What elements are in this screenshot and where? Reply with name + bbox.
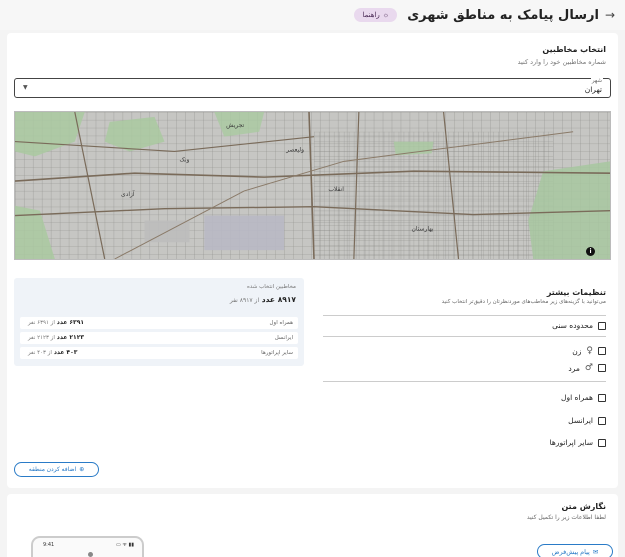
operator-option-others[interactable]: سایر اپراتورها bbox=[550, 438, 606, 447]
audience-subtitle: شماره مخاطبین خود را وارد کنید bbox=[517, 58, 606, 66]
lightbulb-icon: ☼ bbox=[382, 11, 390, 19]
operator-row-name: همراه اول bbox=[269, 320, 293, 326]
operator-row-of: از ۲۱۲۳ نفر bbox=[28, 335, 55, 341]
operator-row-of: از ۶۳۹۱ نفر bbox=[28, 320, 55, 326]
female-checkbox[interactable] bbox=[598, 347, 606, 355]
operator-row-value: ۴۰۳ bbox=[66, 349, 78, 356]
age-range-option[interactable]: محدوده سنی bbox=[552, 321, 606, 330]
add-region-button[interactable]: ⊕ اضافه کردن منطقه bbox=[14, 462, 99, 477]
age-range-label: محدوده سنی bbox=[552, 321, 593, 330]
audience-title: انتخاب مخاطبین bbox=[542, 45, 606, 54]
operator-checkbox[interactable] bbox=[598, 438, 606, 447]
operator-row: ایرانسل ۲۱۲۳ عدد از ۲۱۲۳ نفر bbox=[20, 332, 298, 344]
city-map[interactable]: ونک تجریش آزادی انقلاب ولیعصر بهارستان bbox=[14, 111, 611, 260]
compose-subtitle: لطفا اطلاعات زیر را تکمیل کنید bbox=[526, 514, 606, 521]
preset-message-label: پیام پیش‌فرض bbox=[551, 548, 590, 556]
phone-time: 9:41 bbox=[43, 542, 55, 548]
operator-row-name: سایر اپراتورها bbox=[261, 350, 293, 356]
phone-camera-dot bbox=[88, 552, 93, 557]
operator-row: همراه اول ۶۳۹۱ عدد از ۶۳۹۱ نفر bbox=[20, 317, 298, 329]
operator-row-count: ۲۱۲۳ عدد از ۲۱۲۳ نفر bbox=[28, 334, 84, 341]
compose-title: نگارش متن bbox=[561, 502, 606, 511]
operator-row-count: ۴۰۳ عدد از ۴۰۳ نفر bbox=[28, 349, 77, 356]
operator-option-mci[interactable]: همراه اول bbox=[561, 393, 606, 402]
divider bbox=[323, 336, 606, 337]
operator-label: همراه اول bbox=[561, 393, 593, 402]
info-icon[interactable]: i bbox=[586, 247, 595, 256]
operator-row-value: ۶۳۹۱ bbox=[69, 319, 85, 326]
operator-row-value: ۲۱۲۳ bbox=[69, 334, 85, 341]
summary-of-text: از ۸۹۱۷ نفر bbox=[229, 297, 260, 304]
phone-preview: 9:41 ▮▮ ᯤ ▭ bbox=[31, 536, 144, 557]
map-canvas[interactable]: ونک تجریش آزادی انقلاب ولیعصر بهارستان bbox=[15, 112, 610, 259]
male-checkbox[interactable] bbox=[598, 364, 606, 372]
summary-total: ۸۹۱۷ عدد از ۸۹۱۷ نفر bbox=[230, 295, 296, 304]
divider bbox=[323, 315, 606, 316]
operator-label: ایرانسل bbox=[568, 416, 593, 425]
operator-row-name: ایرانسل bbox=[274, 335, 293, 341]
operator-row-count-word: عدد bbox=[56, 334, 68, 341]
map-label: انقلاب bbox=[328, 186, 344, 193]
guide-button[interactable]: ☼ راهنما bbox=[354, 8, 398, 22]
plus-icon: ⊕ bbox=[79, 467, 85, 473]
operator-row: سایر اپراتورها ۴۰۳ عدد از ۴۰۳ نفر bbox=[20, 347, 298, 359]
male-option[interactable]: ♂ مرد bbox=[568, 363, 606, 373]
city-select-label: شهر bbox=[590, 78, 603, 84]
preset-message-button[interactable]: ✉ پیام پیش‌فرض bbox=[537, 544, 613, 557]
message-icon: ✉ bbox=[592, 548, 599, 556]
divider bbox=[323, 381, 606, 382]
map-label: بهارستان bbox=[411, 225, 433, 232]
map-label: آزادی bbox=[121, 189, 135, 198]
operator-checkbox[interactable] bbox=[598, 416, 606, 425]
add-region-label: اضافه کردن منطقه bbox=[28, 467, 77, 473]
operator-row-count: ۶۳۹۱ عدد از ۶۳۹۱ نفر bbox=[28, 319, 84, 326]
settings-subtitle: می‌توانید با گزینه‌های زیر مخاطب‌های مور… bbox=[441, 299, 606, 305]
settings-title: تنظیمات بیشتر bbox=[546, 288, 606, 297]
summary-total-value: ۸۹۱۷ bbox=[277, 295, 296, 304]
age-range-checkbox[interactable] bbox=[598, 321, 606, 330]
page-title: ارسال پیامک به مناطق شهری bbox=[407, 7, 599, 23]
operator-label: سایر اپراتورها bbox=[549, 438, 593, 447]
map-label: ونک bbox=[180, 156, 190, 163]
female-option[interactable]: ♀ زن bbox=[572, 346, 606, 356]
summary-title: مخاطبین انتخاب شده bbox=[246, 284, 296, 290]
phone-status-icons: ▮▮ ᯤ ▭ bbox=[116, 542, 134, 548]
map-label: ولیعصر bbox=[285, 146, 304, 153]
male-label: مرد bbox=[568, 363, 580, 373]
city-select[interactable]: شهر تهران ▼ bbox=[14, 78, 611, 98]
female-label: زن bbox=[572, 346, 582, 356]
male-icon: ♂ bbox=[584, 363, 593, 373]
selected-audience-summary: مخاطبین انتخاب شده ۸۹۱۷ عدد از ۸۹۱۷ نفر … bbox=[14, 278, 304, 366]
summary-count-word: عدد bbox=[261, 295, 276, 304]
city-select-value: تهران bbox=[584, 85, 602, 94]
female-icon: ♀ bbox=[586, 346, 593, 356]
arrow-right-icon[interactable]: → bbox=[605, 8, 615, 22]
guide-button-label: راهنما bbox=[362, 12, 380, 19]
operator-checkbox[interactable] bbox=[598, 393, 606, 402]
operator-option-irancell[interactable]: ایرانسل bbox=[568, 416, 606, 425]
chevron-down-icon: ▼ bbox=[23, 84, 28, 91]
map-label: تجریش bbox=[226, 122, 244, 129]
audience-card: انتخاب مخاطبین شماره مخاطبین خود را وارد… bbox=[7, 33, 618, 488]
page-header: → ارسال پیامک به مناطق شهری ☼ راهنما bbox=[0, 0, 625, 30]
operator-row-count-word: عدد bbox=[56, 319, 68, 326]
compose-card: نگارش متن لطفا اطلاعات زیر را تکمیل کنید… bbox=[7, 494, 618, 557]
operator-row-of: از ۴۰۳ نفر bbox=[28, 350, 52, 356]
operator-row-count-word: عدد bbox=[53, 349, 65, 356]
